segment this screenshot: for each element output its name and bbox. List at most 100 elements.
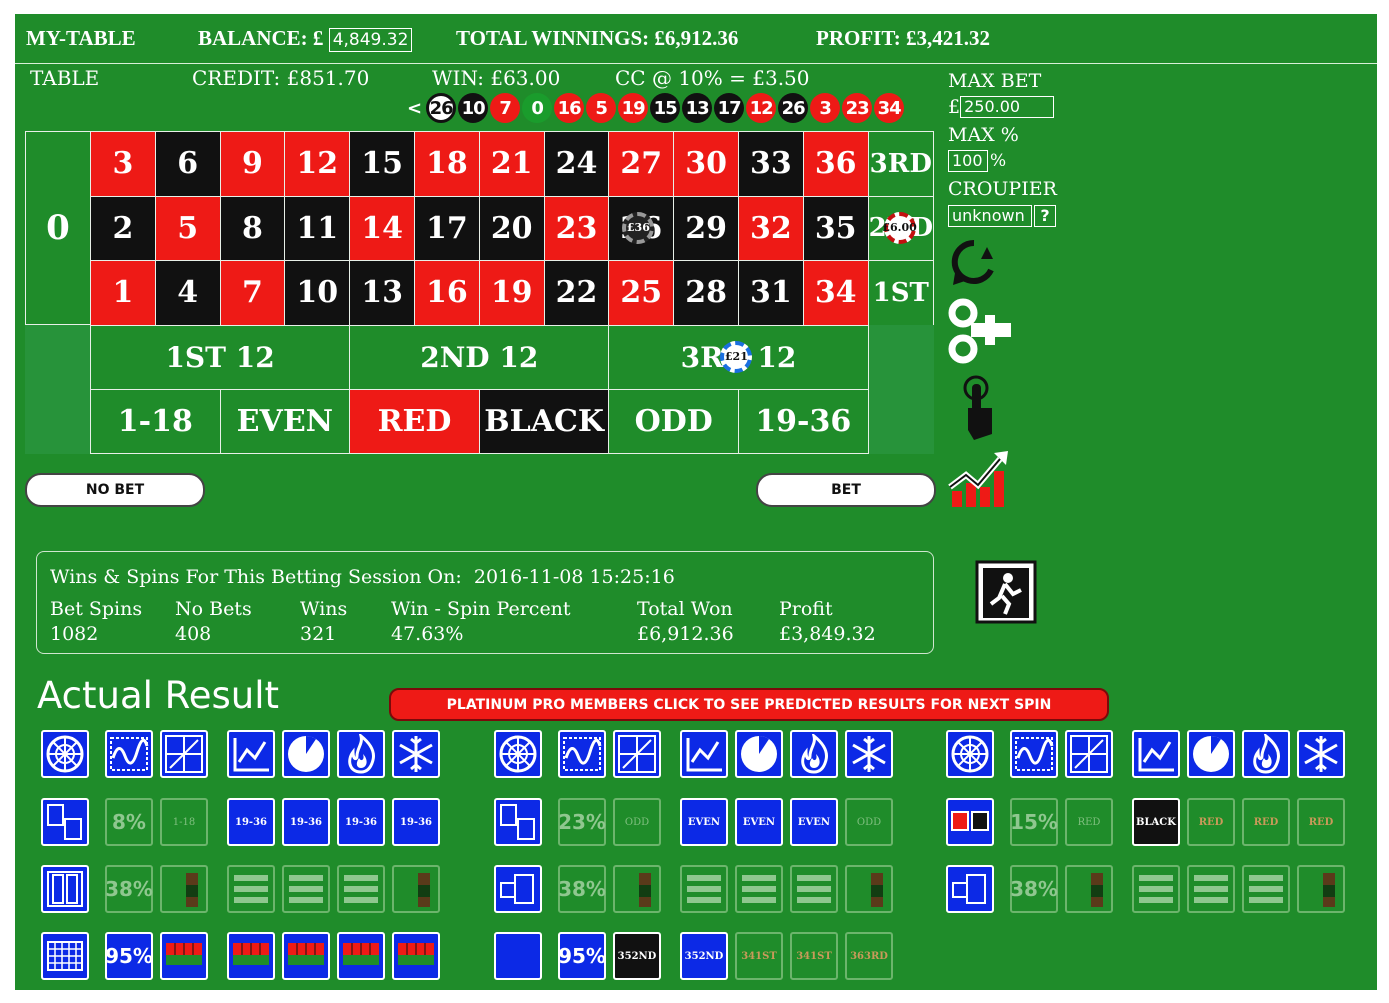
result-wave-chart-button[interactable] bbox=[1010, 730, 1058, 778]
column-bet-3[interactable]: 3RD bbox=[867, 131, 934, 197]
result-wave-chart-button[interactable] bbox=[558, 730, 606, 778]
number-12[interactable]: 12 bbox=[284, 131, 351, 197]
number-3[interactable]: 3 bbox=[90, 131, 156, 197]
number-0[interactable]: 0 bbox=[25, 131, 91, 325]
number-1[interactable]: 1 bbox=[90, 260, 156, 326]
max-pct-input[interactable]: 100 bbox=[948, 150, 988, 172]
result-line-graph-button[interactable] bbox=[1132, 730, 1180, 778]
number-10[interactable]: 10 bbox=[284, 260, 351, 326]
result-fire-button[interactable] bbox=[790, 730, 838, 778]
header-divider bbox=[15, 63, 1377, 64]
number-19[interactable]: 19 bbox=[478, 260, 545, 326]
dozen-bet-2[interactable]: 2ND 12 bbox=[349, 324, 610, 390]
outside-bet-red[interactable]: RED bbox=[349, 388, 480, 454]
result-fire-button[interactable] bbox=[1242, 730, 1290, 778]
number-16[interactable]: 16 bbox=[414, 260, 480, 326]
number-5[interactable]: 5 bbox=[154, 195, 221, 261]
wind-up-key-icon[interactable] bbox=[947, 297, 1017, 369]
number-4[interactable]: 4 bbox=[154, 260, 221, 326]
number-28[interactable]: 28 bbox=[673, 260, 739, 326]
result-quad-button[interactable] bbox=[41, 798, 89, 846]
outside-bet-1-18[interactable]: 1-18 bbox=[90, 388, 221, 454]
number-32[interactable]: 32 bbox=[738, 195, 804, 261]
result-grid-button[interactable] bbox=[41, 932, 89, 980]
fire-icon bbox=[801, 734, 828, 774]
outside-bet-19-36[interactable]: 19-36 bbox=[738, 388, 869, 454]
number-24[interactable]: 24 bbox=[543, 131, 610, 197]
result-mini-label: 2ND bbox=[631, 950, 657, 962]
number-8[interactable]: 8 bbox=[219, 195, 286, 261]
result-pie-button[interactable] bbox=[282, 730, 330, 778]
number-35[interactable]: 35 bbox=[802, 195, 869, 261]
result-value-text: EVEN bbox=[687, 816, 721, 828]
bet-chip[interactable]: £21 bbox=[720, 340, 753, 373]
number-2[interactable]: 2 bbox=[90, 195, 156, 261]
outside-bet-black[interactable]: BLACK bbox=[478, 388, 610, 454]
result-line-graph-button[interactable] bbox=[227, 730, 275, 778]
platinum-pro-banner-button[interactable]: PLATINUM PRO MEMBERS CLICK TO SEE PREDIC… bbox=[389, 688, 1109, 721]
result-split-button[interactable] bbox=[160, 730, 208, 778]
result-columns-button[interactable] bbox=[946, 865, 994, 913]
result-split-button[interactable] bbox=[613, 730, 661, 778]
history-back-arrow[interactable]: < bbox=[407, 98, 422, 119]
rising-chart-icon[interactable] bbox=[948, 447, 1012, 515]
bet-chip[interactable]: £36 bbox=[622, 211, 655, 244]
result-line-graph-button[interactable] bbox=[680, 730, 728, 778]
pointing-hand-icon[interactable] bbox=[960, 374, 1000, 448]
number-36[interactable]: 36 bbox=[802, 131, 869, 197]
number-6[interactable]: 6 bbox=[154, 131, 221, 197]
session-col-value: £6,912.36 bbox=[637, 623, 734, 645]
result-wheel-button[interactable] bbox=[946, 730, 994, 778]
number-30[interactable]: 30 bbox=[673, 131, 739, 197]
number-11[interactable]: 11 bbox=[284, 195, 351, 261]
result-snowflake-button[interactable] bbox=[392, 730, 440, 778]
no-bet-button[interactable]: NO BET bbox=[25, 473, 205, 507]
result-split-button[interactable] bbox=[1065, 730, 1113, 778]
number-7[interactable]: 7 bbox=[219, 260, 286, 326]
number-22[interactable]: 22 bbox=[543, 260, 610, 326]
result-snowflake-button[interactable] bbox=[845, 730, 893, 778]
number-18[interactable]: 18 bbox=[414, 131, 480, 197]
result-wheel-button[interactable] bbox=[494, 730, 542, 778]
result-pie-button[interactable] bbox=[735, 730, 783, 778]
result-snowflake-button[interactable] bbox=[1297, 730, 1345, 778]
bet-chip[interactable]: £6.00 bbox=[882, 211, 917, 244]
croupier-help-button[interactable]: ? bbox=[1034, 205, 1056, 227]
currency-symbol: £ bbox=[948, 96, 961, 118]
number-20[interactable]: 20 bbox=[478, 195, 545, 261]
number-33[interactable]: 33 bbox=[738, 131, 804, 197]
result-quad-button[interactable] bbox=[494, 798, 542, 846]
result-columns-button[interactable] bbox=[494, 865, 542, 913]
number-14[interactable]: 14 bbox=[349, 195, 415, 261]
result-grid-button[interactable] bbox=[494, 932, 542, 980]
result-wave-chart-button[interactable] bbox=[105, 730, 153, 778]
number-21[interactable]: 21 bbox=[478, 131, 545, 197]
dozen-bet-1[interactable]: 1ST 12 bbox=[90, 324, 351, 390]
result-fire-button[interactable] bbox=[337, 730, 385, 778]
croupier-select[interactable]: unknown bbox=[948, 205, 1032, 227]
number-27[interactable]: 27 bbox=[608, 131, 675, 197]
number-29[interactable]: 29 bbox=[673, 195, 739, 261]
result-columns-button[interactable] bbox=[41, 865, 89, 913]
exit-icon[interactable] bbox=[975, 560, 1037, 628]
max-bet-input[interactable]: 250.00 bbox=[960, 96, 1055, 118]
bet-button[interactable]: BET bbox=[756, 473, 936, 507]
number-25[interactable]: 25 bbox=[608, 260, 675, 326]
number-34[interactable]: 34 bbox=[802, 260, 869, 326]
number-23[interactable]: 23 bbox=[543, 195, 610, 261]
outside-bet-even[interactable]: EVEN bbox=[219, 388, 351, 454]
result-ghost-text: ODD bbox=[624, 816, 650, 828]
number-9[interactable]: 9 bbox=[219, 131, 286, 197]
number-17[interactable]: 17 bbox=[414, 195, 480, 261]
number-13[interactable]: 13 bbox=[349, 260, 415, 326]
number-31[interactable]: 31 bbox=[738, 260, 804, 326]
result-ghost-mini: 36 3RD bbox=[845, 932, 893, 980]
result-wheel-button[interactable] bbox=[41, 730, 89, 778]
outside-bet-odd[interactable]: ODD bbox=[608, 388, 739, 454]
result-quad-button[interactable] bbox=[946, 798, 994, 846]
result-pie-button[interactable] bbox=[1187, 730, 1235, 778]
refresh-icon[interactable] bbox=[947, 237, 1001, 293]
number-15[interactable]: 15 bbox=[349, 131, 415, 197]
history-ball: 17 bbox=[714, 93, 745, 123]
column-bet-1[interactable]: 1ST bbox=[867, 260, 934, 326]
